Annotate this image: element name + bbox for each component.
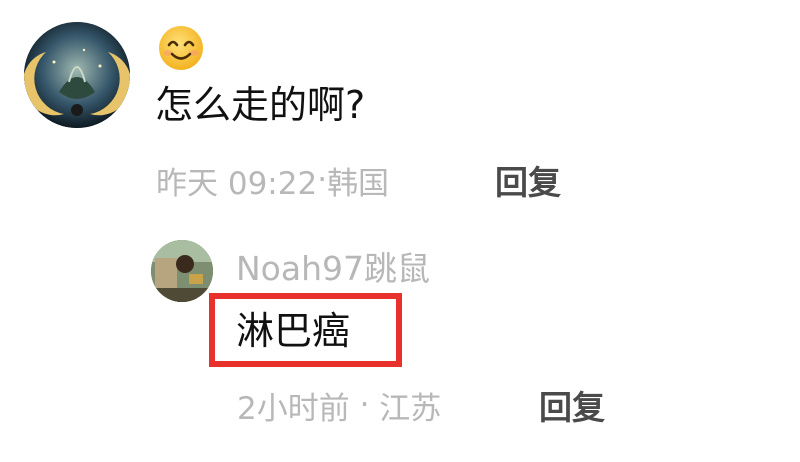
reply-meta: 2小时前 · 江苏 bbox=[237, 382, 441, 428]
reply-button[interactable]: 回复 bbox=[539, 381, 605, 429]
reply-time: 2小时前 bbox=[237, 390, 350, 427]
avatar[interactable] bbox=[24, 22, 130, 128]
person-photo-icon bbox=[151, 240, 213, 302]
meta-separator: · bbox=[349, 387, 380, 423]
reply-text: 淋巴癌 bbox=[236, 309, 351, 353]
meta-separator: · bbox=[317, 162, 328, 198]
comment-location: 韩国 bbox=[327, 165, 390, 202]
avatar-artwork-icon bbox=[24, 22, 130, 128]
reply-location: 江苏 bbox=[379, 390, 442, 427]
reply-button[interactable]: 回复 bbox=[495, 156, 561, 204]
comment-text: 怎么走的啊? bbox=[155, 83, 366, 127]
reply-avatar[interactable] bbox=[151, 240, 213, 302]
smiley-icon bbox=[157, 24, 205, 72]
reply-username[interactable]: Noah97跳鼠 bbox=[236, 246, 430, 292]
comment-time: 昨天 09:22 bbox=[156, 165, 318, 202]
comment-meta: 昨天 09:22 · 韩国 bbox=[156, 157, 389, 203]
